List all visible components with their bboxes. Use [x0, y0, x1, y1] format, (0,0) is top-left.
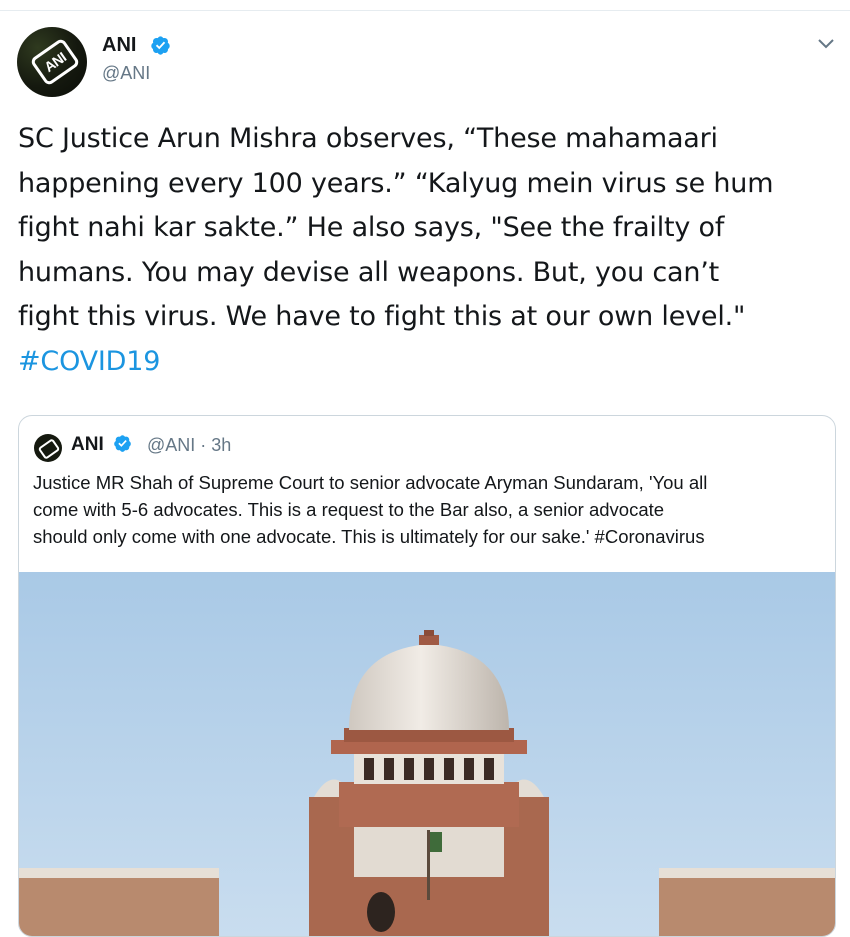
tweet-body: SC Justice Arun Mishra observes, “These … [18, 117, 833, 384]
avatar-logo: ANI [29, 37, 81, 87]
author-handle[interactable]: @ANI [102, 63, 150, 84]
quoted-author-avatar [34, 434, 62, 462]
quoted-media-image[interactable] [19, 572, 835, 936]
quoted-avatar-logo [37, 438, 61, 460]
top-divider [0, 10, 850, 11]
verified-badge-icon [151, 36, 170, 55]
quoted-tweet-card[interactable]: ANI @ANI · 3h Justice MR Shah of Supreme… [18, 415, 836, 937]
tweet-text: SC Justice Arun Mishra observes, “These … [18, 123, 774, 332]
chevron-down-icon[interactable] [817, 38, 835, 50]
author-avatar[interactable]: ANI [17, 27, 87, 97]
quoted-author-name: ANI [71, 434, 104, 455]
quoted-handle-time: @ANI · 3h [147, 435, 232, 455]
author-name[interactable]: ANI [102, 34, 136, 57]
quoted-verified-badge-icon [114, 435, 131, 452]
quoted-tweet-text: Justice MR Shah of Supreme Court to seni… [33, 472, 708, 547]
hashtag-link[interactable]: #COVID19 [18, 340, 833, 385]
